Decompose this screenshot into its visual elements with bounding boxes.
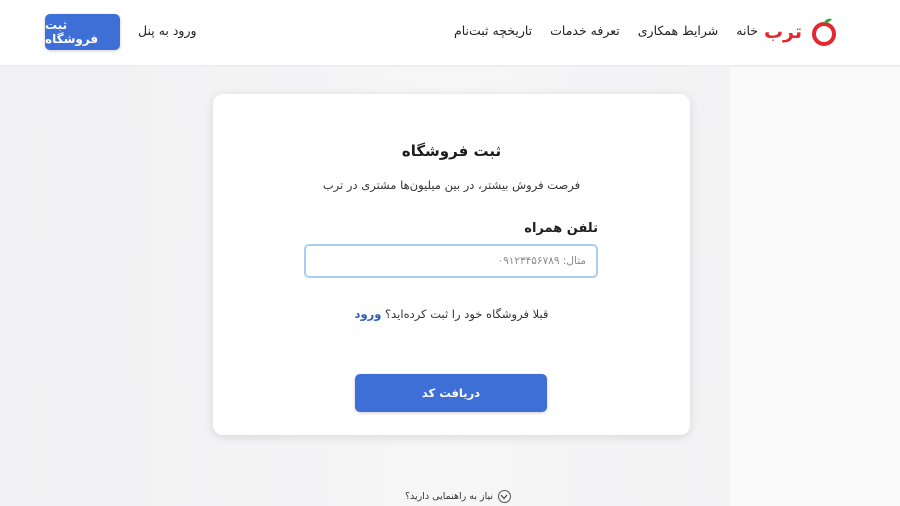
phone-input[interactable] xyxy=(304,244,598,278)
nav-item-terms[interactable]: شرایط همکاری xyxy=(638,23,719,38)
card-title: ثبت فروشگاه xyxy=(401,142,502,160)
help-text: نیاز به راهنمایی دارید؟ xyxy=(405,491,493,502)
page-background-right xyxy=(730,67,900,506)
already-registered-text: قبلا فروشگاه خود را ثبت کرده‌اید؟ ورود xyxy=(213,307,690,321)
login-link[interactable]: ورود xyxy=(355,307,382,321)
main-nav: خانه شرایط همکاری تعرفه خدمات تاریخچه ثب… xyxy=(454,23,758,38)
top-navbar: ترب خانه شرایط همکاری تعرفه خدمات تاریخچ… xyxy=(0,0,900,66)
register-store-button[interactable]: ثبت فروشگاه xyxy=(45,14,120,50)
register-card: ثبت فروشگاه فرصت فروش بیشتر، در بین میلی… xyxy=(213,94,690,435)
torob-logo[interactable]: ترب xyxy=(764,14,838,50)
panel-login-link[interactable]: ورود به پنل xyxy=(138,23,197,38)
logo-text: ترب xyxy=(763,21,802,43)
get-code-button[interactable]: دریافت کد xyxy=(355,374,547,412)
nav-item-pricing[interactable]: تعرفه خدمات xyxy=(550,23,620,38)
nav-item-history[interactable]: تاریخچه ثبت‌نام xyxy=(454,23,532,38)
help-toggle[interactable]: نیاز به راهنمایی دارید؟ xyxy=(405,490,511,503)
chevron-down-icon xyxy=(497,490,511,503)
torob-logo-icon xyxy=(812,18,836,46)
already-registered-label: قبلا فروشگاه خود را ثبت کرده‌اید؟ xyxy=(385,307,549,321)
card-subtitle: فرصت فروش بیشتر، در بین میلیون‌ها مشتری … xyxy=(322,178,581,192)
nav-item-home[interactable]: خانه xyxy=(736,23,758,38)
phone-label: تلفن همراه xyxy=(524,221,598,236)
